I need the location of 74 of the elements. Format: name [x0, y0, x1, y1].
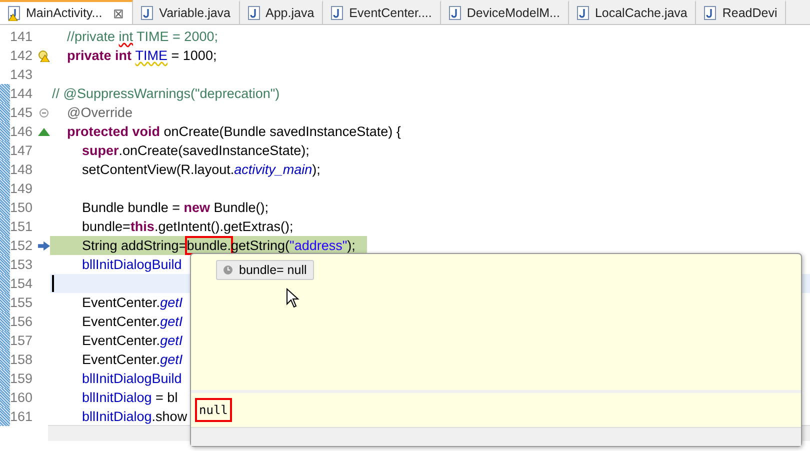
code-token: = bl: [154, 390, 178, 405]
code-token: );: [312, 162, 320, 177]
mouse-cursor-icon: [286, 288, 300, 308]
code-token: String addString=: [81, 238, 187, 253]
file-tab[interactable]: App.java: [240, 0, 324, 24]
line-number: 153: [10, 257, 34, 272]
line-number: 160: [10, 390, 34, 405]
variable-text: bundle= null: [239, 263, 307, 277]
code-token: getI: [160, 295, 183, 310]
arrow-icon: [38, 240, 50, 250]
code-token: .show: [152, 409, 188, 424]
line-number: 141: [10, 29, 34, 44]
code-token: EventCenter.: [81, 333, 160, 348]
line-number: 156: [10, 314, 34, 329]
line-number: 154: [10, 276, 34, 291]
line-number: 157: [10, 333, 34, 348]
code-token: bundle=: [81, 219, 130, 234]
code-token: protected void: [66, 124, 162, 139]
collapse-icon[interactable]: [39, 108, 49, 118]
close-icon[interactable]: ⊠: [113, 6, 124, 20]
value-text: null: [197, 400, 230, 420]
line-number: 161: [10, 409, 34, 424]
warning-icon: [38, 50, 50, 62]
text-cursor: [52, 275, 54, 292]
code-token: setContentView(R.layout.: [81, 162, 234, 177]
line-number: 158: [10, 352, 34, 367]
code-token: bllInitDialogBuild: [81, 257, 182, 272]
code-token: private int: [66, 48, 133, 63]
code-token: = 1000;: [170, 48, 217, 63]
code-token: EventCenter.: [81, 295, 160, 310]
code-token: // @SuppressWarnings("deprecation"): [52, 86, 280, 101]
code-token: "address": [290, 238, 348, 253]
clock-icon: [223, 265, 233, 275]
code-token: bllInitDialogBuild: [81, 371, 182, 386]
code-token: //private: [66, 29, 116, 44]
code-token: activity_main: [234, 162, 312, 177]
code-token: bllInitDialog: [81, 390, 152, 405]
code-token: TIME = 2000;: [136, 29, 218, 44]
code-token: getI: [160, 352, 183, 367]
code-token: .getIntent().getExtras();: [154, 219, 294, 234]
code-token: super: [81, 143, 119, 158]
code-token: onCreate(Bundle savedInstanceState) {: [164, 124, 401, 139]
line-number: 148: [10, 162, 34, 177]
code-token: getI: [160, 333, 183, 348]
code-token: .onCreate(savedInstanceState);: [118, 143, 310, 158]
line-number: 150: [10, 200, 34, 215]
code-token: getI: [160, 314, 183, 329]
line-number: 155: [10, 295, 34, 310]
line-number: 143: [10, 67, 34, 82]
code-token: EventCenter.: [81, 352, 160, 367]
variable-chip[interactable]: bundle= null: [216, 260, 314, 280]
code-token: new: [184, 200, 210, 215]
code-token: Bundle bundle =: [81, 200, 181, 215]
line-number: 145: [10, 105, 34, 120]
code-token: @Override: [66, 105, 132, 120]
line-number: 142: [10, 48, 34, 63]
line-number: 146: [10, 124, 34, 139]
code-token: Bundle();: [212, 200, 269, 215]
line-number: 159: [10, 371, 34, 386]
line-number: 151: [10, 219, 34, 234]
line-number: 144: [10, 86, 34, 101]
code-token: int: [118, 29, 134, 44]
line-number: 147: [10, 143, 34, 158]
code-token: );: [347, 238, 356, 253]
code-token: bllInitDialog: [81, 409, 152, 424]
code-token: TIME: [135, 48, 168, 63]
file-tab[interactable]: MainActivity... ⊠: [0, 0, 134, 24]
code-token: bundle.: [186, 238, 231, 253]
code-token: this: [130, 219, 154, 234]
horizontal-scrollbar[interactable]: [191, 427, 801, 446]
triangle-icon: [38, 128, 50, 136]
line-number: 152: [10, 238, 34, 253]
line-number: 149: [10, 181, 34, 196]
code-token: EventCenter.: [81, 314, 160, 329]
